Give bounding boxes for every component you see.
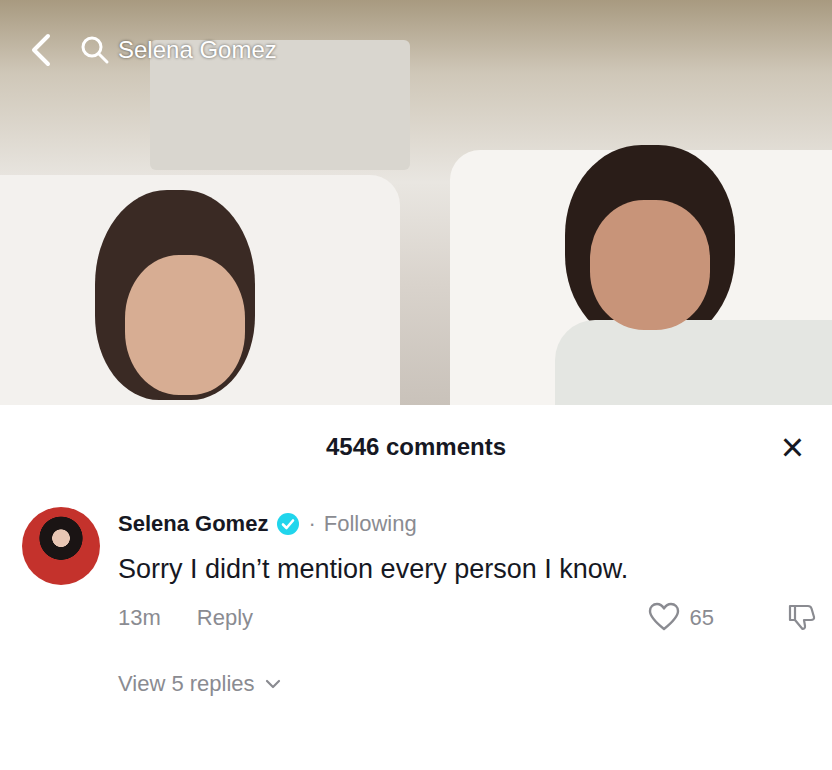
- verified-icon: [276, 512, 300, 536]
- chevron-down-icon[interactable]: [263, 674, 283, 694]
- comment-meta: 13m Reply 65: [118, 597, 816, 637]
- heart-icon[interactable]: [648, 602, 680, 632]
- separator: ·: [308, 507, 315, 540]
- avatar[interactable]: [22, 507, 100, 585]
- comment-text: Sorry I didn’t mention every person I kn…: [118, 546, 698, 593]
- following-label[interactable]: Following: [324, 507, 417, 540]
- close-button[interactable]: ×: [777, 427, 808, 467]
- back-icon[interactable]: [22, 30, 62, 70]
- author-name[interactable]: Selena Gomez: [118, 507, 268, 540]
- like-button[interactable]: 65: [648, 601, 714, 634]
- search-bar[interactable]: Selena Gomez: [22, 30, 277, 70]
- search-icon: [80, 35, 110, 65]
- dislike-button[interactable]: [786, 602, 816, 632]
- comments-sheet: 4546 comments × Selena Gomez · Following Sorr…: [0, 405, 832, 770]
- thumbs-down-icon[interactable]: [786, 602, 816, 632]
- search-query[interactable]: Selena Gomez: [80, 32, 277, 68]
- comment: Selena Gomez · Following Sorry I didn’t men…: [0, 489, 832, 700]
- comment-time: 13m: [118, 601, 161, 634]
- view-replies[interactable]: View 5 replies: [118, 667, 816, 700]
- sheet-header: 4546 comments ×: [0, 405, 832, 489]
- name-line: Selena Gomez · Following: [118, 507, 816, 540]
- comment-count: 4546 comments: [326, 429, 506, 465]
- reply-button[interactable]: Reply: [197, 601, 253, 634]
- comment-body: Selena Gomez · Following Sorry I didn’t men…: [118, 507, 816, 700]
- photo: Selena Gomez: [0, 0, 832, 405]
